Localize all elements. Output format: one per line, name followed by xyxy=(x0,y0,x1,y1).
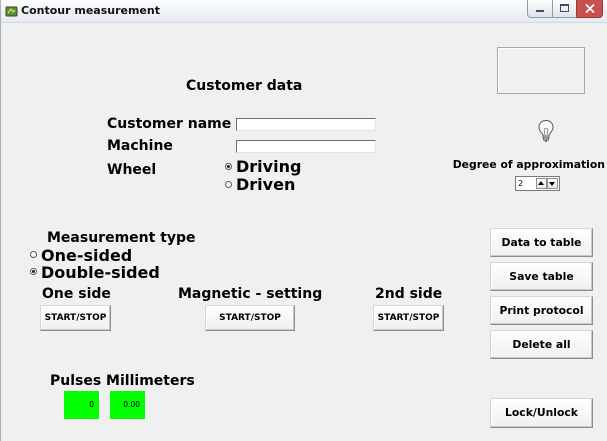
print-protocol-button[interactable]: Print protocol xyxy=(490,296,593,325)
radio-button[interactable] xyxy=(30,251,37,258)
magnetic-setting-label: Magnetic - setting xyxy=(178,286,323,302)
wheel-option-label: Driving xyxy=(236,157,302,176)
second-side-label: 2nd side xyxy=(375,286,443,302)
window-controls xyxy=(527,0,603,19)
radio-button[interactable] xyxy=(30,268,37,275)
minimize-icon xyxy=(536,10,544,12)
wheel-label: Wheel xyxy=(107,162,157,178)
radio-button[interactable] xyxy=(225,181,232,188)
wheel-option-driving[interactable]: Driving xyxy=(225,158,315,176)
lock-unlock-button[interactable]: Lock/Unlock xyxy=(490,398,593,428)
measurement-type-label: Measurement type xyxy=(47,230,196,246)
arrow-up-icon xyxy=(538,181,544,185)
close-icon xyxy=(585,4,595,13)
machine-input[interactable] xyxy=(236,140,376,153)
approximation-spinner[interactable]: 2 xyxy=(515,176,560,191)
customer-data-heading: Customer data xyxy=(186,78,303,94)
approximation-value[interactable]: 2 xyxy=(518,179,523,189)
status-display-box xyxy=(497,47,585,94)
machine-label: Machine xyxy=(107,138,173,154)
one-side-label: One side xyxy=(42,286,111,302)
pulses-display: 0 xyxy=(64,391,99,419)
customer-name-input[interactable] xyxy=(236,118,376,131)
minimize-button[interactable] xyxy=(527,0,553,18)
measurement-option-label: Double-sided xyxy=(41,263,160,282)
delete-all-button[interactable]: Delete all xyxy=(490,330,593,359)
arrow-down-icon xyxy=(549,182,555,186)
spin-down-button[interactable] xyxy=(547,178,558,189)
radio-button[interactable] xyxy=(225,163,232,170)
spin-up-button[interactable] xyxy=(536,178,547,189)
window-title: Contour measurement xyxy=(21,4,160,17)
app-icon[interactable] xyxy=(5,5,18,18)
customer-name-label: Customer name xyxy=(107,116,232,132)
approximation-label: Degree of approximation xyxy=(452,158,605,171)
second-side-start-stop-button[interactable]: START/STOP xyxy=(373,305,444,331)
millimeters-display: 0.00 xyxy=(110,391,145,419)
wheel-option-driven[interactable]: Driven xyxy=(225,176,315,194)
maximize-button[interactable] xyxy=(552,0,577,18)
counters-label: Pulses Millimeters xyxy=(50,373,195,389)
lightbulb-icon xyxy=(537,119,555,143)
contour-measurement-window: Contour measurement Customer data Custom… xyxy=(0,0,607,441)
one-side-start-stop-button[interactable]: START/STOP xyxy=(40,305,111,331)
title-bar[interactable]: Contour measurement xyxy=(1,0,607,23)
close-button[interactable] xyxy=(576,0,603,18)
wheel-option-label: Driven xyxy=(236,175,296,194)
data-to-table-button[interactable]: Data to table xyxy=(490,228,593,257)
measurement-option-double-sided[interactable]: Double-sided xyxy=(30,264,165,282)
maximize-icon xyxy=(560,4,569,12)
magnetic-start-stop-button[interactable]: START/STOP xyxy=(205,305,295,331)
save-table-button[interactable]: Save table xyxy=(490,262,593,291)
